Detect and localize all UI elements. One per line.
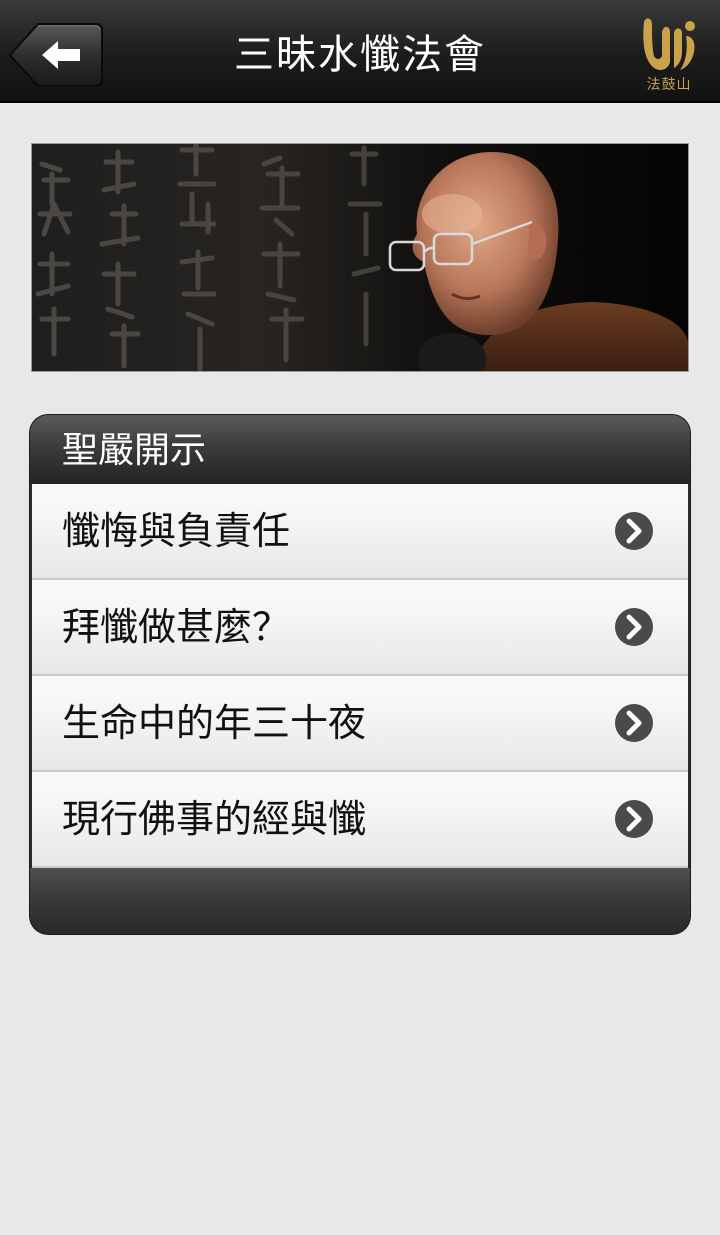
calligraphy-monk-photo [32,144,688,371]
teachings-panel: 聖嚴開示 懺悔與負責任 拜懺做甚麼？ 生命中的年三十夜 現行佛事的經與懺 [30,415,690,934]
list-item-label: 拜懺做甚麼？ [62,605,291,649]
banner-image [31,143,689,372]
list-item-label: 懺悔與負責任 [62,509,291,553]
list-item-label: 生命中的年三十夜 [62,701,367,745]
chevron-right-icon [615,512,653,550]
chevron-right-icon [615,608,653,646]
logo-mark-icon [643,18,695,70]
logo-text: 法鼓山 [646,77,692,93]
dharma-drum-logo: 法鼓山 [634,12,704,98]
page-title: 三昧水懺法會 [234,32,486,78]
top-navigation-bar: 三昧水懺法會 法鼓山 [0,0,720,103]
list-item[interactable]: 現行佛事的經與懺 [32,772,688,868]
list-item-label: 現行佛事的經與懺 [62,797,367,841]
chevron-right-icon [615,800,653,838]
list-item[interactable]: 拜懺做甚麼？ [32,580,688,676]
teachings-list: 懺悔與負責任 拜懺做甚麼？ 生命中的年三十夜 現行佛事的經與懺 [32,484,688,868]
panel-footer [30,868,690,934]
back-button[interactable] [8,22,104,88]
list-item[interactable]: 生命中的年三十夜 [32,676,688,772]
section-title: 聖嚴開示 [30,415,690,484]
arrow-left-icon [8,23,103,87]
list-item[interactable]: 懺悔與負責任 [32,484,688,580]
chevron-right-icon [615,704,653,742]
